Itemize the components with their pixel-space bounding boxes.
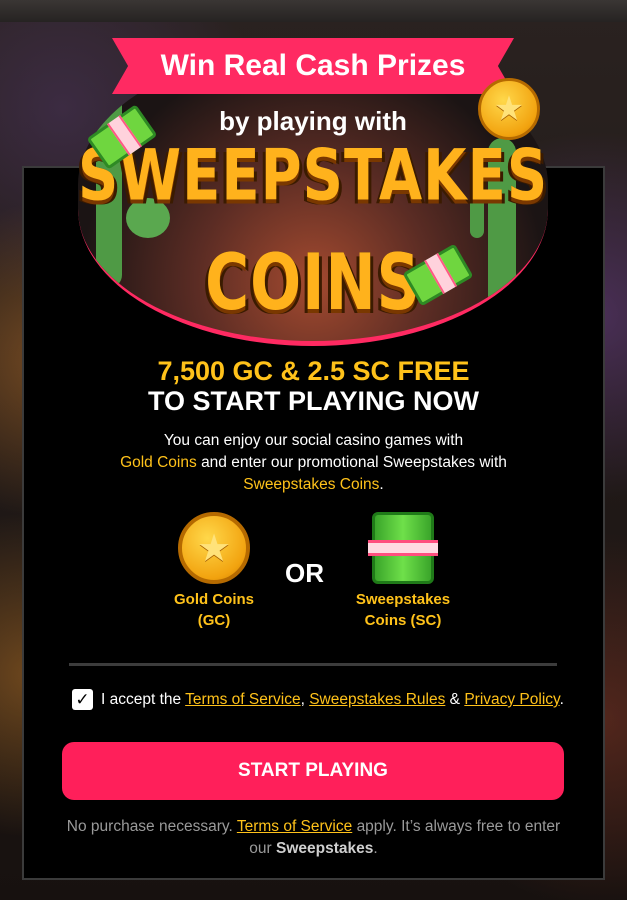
sweepstakes-coins-label: Sweepstakes Coins (SC)	[355, 591, 451, 629]
brand-title-line1: SWEEPSTAKES	[78, 135, 549, 218]
offer-cta-text: TO START PLAYING NOW	[147, 386, 479, 416]
gold-coins-highlight: Gold Coins	[120, 454, 197, 471]
privacy-policy-link[interactable]: Privacy Policy	[464, 691, 559, 708]
brand-title-line2: COINS	[205, 237, 421, 329]
sweepstakes-bold: Sweepstakes	[276, 840, 374, 857]
description: You can enjoy our social casino games wi…	[120, 432, 507, 493]
sweepstakes-coins-highlight: Sweepstakes Coins	[243, 476, 380, 493]
checkmark-icon: ✓	[75, 689, 90, 710]
top-bar	[0, 0, 627, 22]
start-playing-button[interactable]: START PLAYING	[62, 742, 564, 800]
gold-coins-label: Gold Coins (GC)	[174, 591, 254, 629]
terms-acceptance: I accept the Terms of Service, Sweepstak…	[101, 691, 564, 708]
gold-coin-icon: ★	[178, 512, 250, 584]
sweepstakes-rules-link[interactable]: Sweepstakes Rules	[309, 691, 445, 708]
terms-of-service-link[interactable]: Terms of Service	[185, 691, 300, 708]
footer-disclaimer: No purchase necessary. Terms of Service …	[66, 818, 561, 857]
offer-amount: 7,500 GC & 2.5 SC FREE	[157, 356, 470, 386]
sweepstakes-cash-icon	[368, 512, 438, 584]
or-separator: OR	[285, 558, 324, 588]
hero-banner: Win Real Cash Prizes by playing with SWE…	[78, 28, 548, 346]
terms-checkbox[interactable]: ✓	[72, 689, 93, 710]
divider	[69, 663, 557, 666]
footer-terms-link[interactable]: Terms of Service	[237, 818, 352, 835]
ribbon-title: Win Real Cash Prizes	[112, 38, 514, 94]
star-coin-icon: ★	[478, 78, 540, 140]
